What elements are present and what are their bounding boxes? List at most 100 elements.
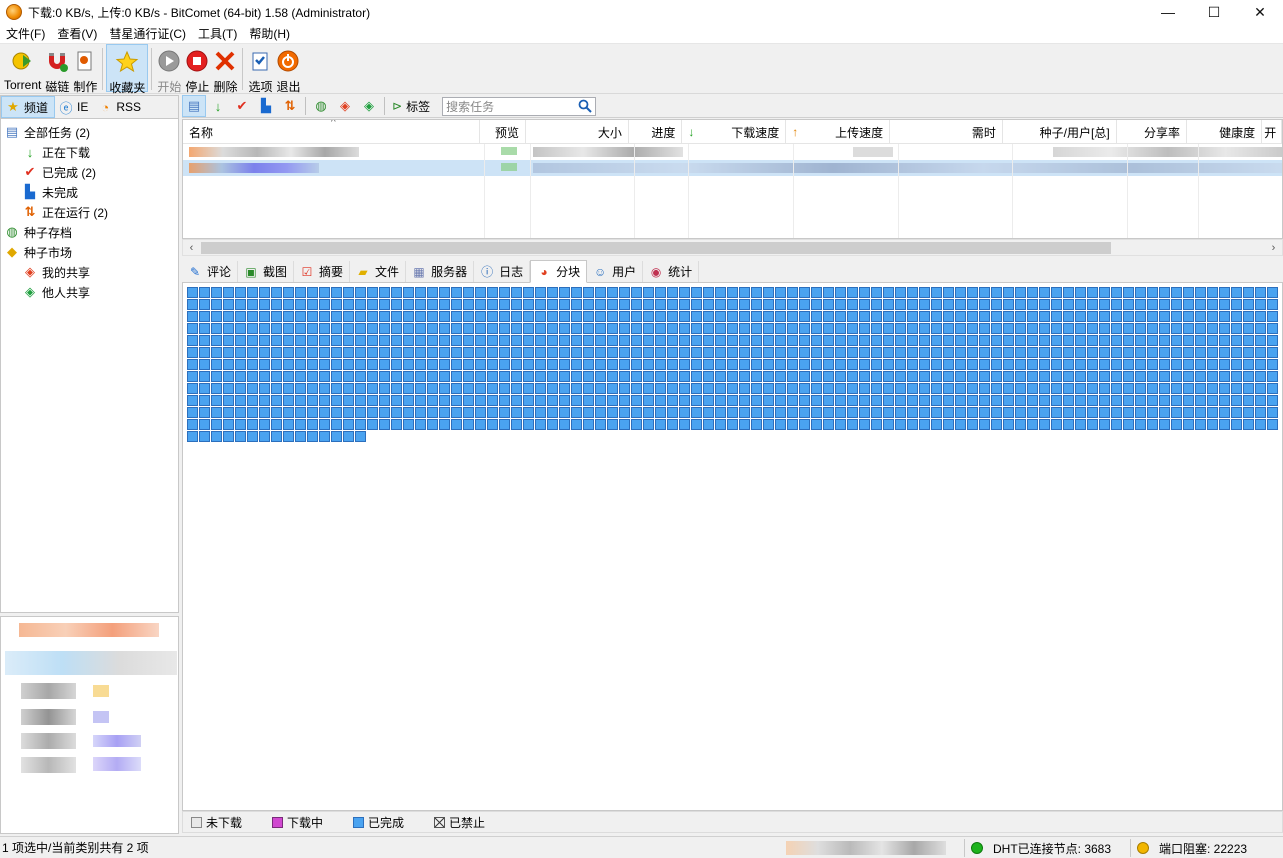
column-size[interactable]: 大小 xyxy=(526,120,629,144)
others-share-filter-button[interactable]: ◈ xyxy=(357,95,381,117)
exit-button[interactable]: 退出 xyxy=(274,44,302,94)
menu-view[interactable]: 查看(V) xyxy=(51,25,103,42)
tree-item-torrent-market[interactable]: ◆ 种子市场 xyxy=(1,242,178,262)
tab-peers[interactable]: ☺ 用户 xyxy=(587,261,644,282)
column-preview[interactable]: 预览 xyxy=(480,120,527,144)
column-share-ratio[interactable]: 分享率 xyxy=(1117,120,1187,144)
tree-item-downloading[interactable]: ↓ 正在下载 xyxy=(1,142,178,162)
menu-file[interactable]: 文件(F) xyxy=(0,25,51,42)
piece-cell xyxy=(667,335,678,346)
tab-pieces[interactable]: ◕ 分块 xyxy=(530,260,588,283)
piece-cell xyxy=(823,287,834,298)
column-progress[interactable]: 进度 xyxy=(629,120,683,144)
column-health[interactable]: 健康度 xyxy=(1187,120,1263,144)
close-button[interactable]: ✕ xyxy=(1237,0,1283,24)
tree-item-running[interactable]: ⇅ 正在运行 (2) xyxy=(1,202,178,222)
my-share-filter-button[interactable]: ◈ xyxy=(333,95,357,117)
piece-cell xyxy=(943,359,954,370)
delete-button[interactable]: 删除 xyxy=(211,44,239,94)
tab-trackers[interactable]: ▦ 服务器 xyxy=(406,261,475,282)
port-status[interactable]: 端口阻塞: 22223 xyxy=(1130,839,1283,857)
piece-cell xyxy=(487,287,498,298)
piece-cell xyxy=(715,407,726,418)
piece-cell xyxy=(247,395,258,406)
completed-filter-button[interactable]: ✔ xyxy=(230,95,254,117)
menu-comet-pass[interactable]: 彗星通行证(C) xyxy=(103,25,192,42)
maximize-button[interactable]: ☐ xyxy=(1191,0,1237,24)
piece-cell xyxy=(1147,419,1158,430)
piece-cell xyxy=(451,323,462,334)
table-row-selected[interactable] xyxy=(183,160,1282,176)
piece-cell xyxy=(907,419,918,430)
column-eta[interactable]: 需时 xyxy=(890,120,1003,144)
piece-cell xyxy=(823,383,834,394)
menu-help[interactable]: 帮助(H) xyxy=(243,25,296,42)
incomplete-filter-button[interactable]: ▙ xyxy=(254,95,278,117)
title-bar: 下载:0 KB/s, 上传:0 KB/s - BitComet (64-bit)… xyxy=(0,0,1283,24)
options-button[interactable]: 选项 xyxy=(246,44,274,94)
all-tasks-filter-button[interactable]: ▤ xyxy=(182,95,206,117)
piece-cell xyxy=(451,347,462,358)
column-upload-speed[interactable]: ↑ 上传速度 xyxy=(786,120,891,144)
tab-log[interactable]: ⓘ 日志 xyxy=(474,261,531,282)
archive-filter-button[interactable]: ◍ xyxy=(309,95,333,117)
column-more[interactable]: 开 xyxy=(1262,120,1282,144)
piece-cell xyxy=(475,371,486,382)
torrent-button[interactable]: Torrent xyxy=(2,44,43,92)
piece-cell xyxy=(931,383,942,394)
magnet-button[interactable]: 磁链 xyxy=(43,44,71,94)
start-button[interactable]: 开始 xyxy=(155,44,183,94)
piece-cell xyxy=(283,359,294,370)
piece-cell xyxy=(847,371,858,382)
piece-cell xyxy=(319,383,330,394)
tag-button[interactable]: ⊳ 标签 xyxy=(388,95,434,117)
piece-cell xyxy=(895,299,906,310)
piece-cell xyxy=(571,371,582,382)
tab-screenshot[interactable]: ▣ 截图 xyxy=(238,261,295,282)
piece-cell xyxy=(739,323,750,334)
column-download-speed[interactable]: ↓ 下载速度 xyxy=(682,120,787,144)
piece-cell xyxy=(571,311,582,322)
piece-cell xyxy=(1015,311,1026,322)
tab-summary[interactable]: ☑ 摘要 xyxy=(294,261,351,282)
stop-button[interactable]: 停止 xyxy=(183,44,211,94)
piece-cell xyxy=(1207,383,1218,394)
piece-cell xyxy=(427,383,438,394)
scrollbar-thumb[interactable] xyxy=(201,242,1111,254)
scroll-right-icon[interactable]: › xyxy=(1265,240,1282,255)
scroll-left-icon[interactable]: ‹ xyxy=(183,240,200,255)
piece-cell xyxy=(907,287,918,298)
piece-cell xyxy=(1135,299,1146,310)
tab-channel[interactable]: ★ 频道 xyxy=(1,96,56,118)
tab-stats[interactable]: ◉ 统计 xyxy=(643,261,700,282)
tree-item-completed[interactable]: ✔ 已完成 (2) xyxy=(1,162,178,182)
make-torrent-button[interactable]: 制作 xyxy=(71,44,99,94)
piece-cell xyxy=(679,407,690,418)
piece-cell xyxy=(727,371,738,382)
search-tasks-input[interactable]: 搜索任务 xyxy=(442,96,597,116)
column-divider xyxy=(484,144,485,238)
minimize-button[interactable]: — xyxy=(1145,0,1191,24)
table-row[interactable] xyxy=(183,144,1282,160)
tab-comment[interactable]: ✎ 评论 xyxy=(182,261,239,282)
piece-cell xyxy=(343,383,354,394)
piece-cell xyxy=(811,287,822,298)
favorites-button[interactable]: 收藏夹 xyxy=(106,44,149,95)
column-seeds-peers[interactable]: 种子/用户[总] xyxy=(1003,120,1117,144)
tab-rss[interactable]: ◔ RSS xyxy=(94,96,147,118)
tree-item-all-tasks[interactable]: ▤ 全部任务 (2) xyxy=(1,122,178,142)
piece-cell xyxy=(1219,371,1230,382)
piece-cell xyxy=(691,395,702,406)
tab-files[interactable]: ▰ 文件 xyxy=(350,261,407,282)
column-divider xyxy=(793,144,794,238)
tab-ie[interactable]: ⓔ IE xyxy=(55,96,94,118)
tree-item-others-share[interactable]: ◈ 他人共享 xyxy=(1,282,178,302)
tree-item-incomplete[interactable]: ▙ 未完成 xyxy=(1,182,178,202)
tree-item-torrent-archive[interactable]: ◍ 种子存档 xyxy=(1,222,178,242)
running-filter-button[interactable]: ⇅ xyxy=(278,95,302,117)
horizontal-scrollbar[interactable]: ‹ › xyxy=(182,239,1283,256)
piece-cell xyxy=(295,407,306,418)
tree-item-my-share[interactable]: ◈ 我的共享 xyxy=(1,262,178,282)
downloading-filter-button[interactable]: ↓ xyxy=(206,95,230,117)
menu-tools[interactable]: 工具(T) xyxy=(192,25,243,42)
